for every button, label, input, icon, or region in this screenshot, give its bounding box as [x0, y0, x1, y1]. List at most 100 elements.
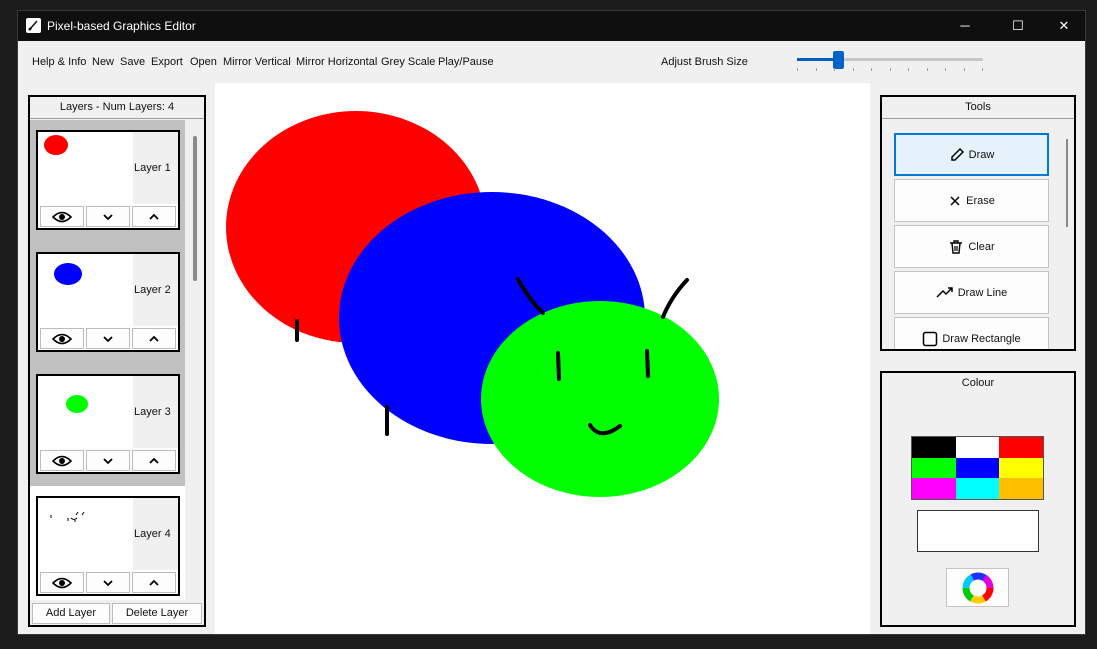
layer-card[interactable]: Layer 3: [36, 374, 180, 474]
menu-mirror-vertical[interactable]: Mirror Vertical: [223, 56, 291, 68]
close-button[interactable]: ✕: [1041, 11, 1085, 41]
tool-label: Draw Rectangle: [942, 332, 1021, 345]
layer-move-up-button[interactable]: [132, 450, 176, 471]
layers-header: Layers - Num Layers: 4: [59, 101, 175, 113]
layer-thumbnail: [38, 254, 133, 326]
draw-tool-button[interactable]: Draw: [894, 133, 1049, 176]
window-title: Pixel-based Graphics Editor: [47, 19, 196, 33]
tools-scrollbar-thumb[interactable]: [1066, 139, 1068, 227]
layer-item-2[interactable]: Layer 2: [30, 242, 185, 364]
thumb-blue-circle: [54, 263, 82, 285]
swatch-green[interactable]: [912, 457, 956, 479]
swatch-blue[interactable]: [955, 457, 1000, 479]
layer-visibility-button[interactable]: [40, 206, 84, 227]
layer-item-4[interactable]: Layer 4: [30, 486, 185, 600]
layer-card[interactable]: Layer 4: [36, 496, 180, 596]
layer-visibility-button[interactable]: [40, 450, 84, 471]
brush-size-ticks: [797, 68, 983, 72]
ink-eye-right: [645, 349, 650, 378]
layer-move-up-button[interactable]: [132, 206, 176, 227]
chevron-down-icon: [103, 458, 113, 465]
layer-item-1[interactable]: Layer 1: [30, 120, 185, 242]
brush-size-fill: [797, 58, 838, 61]
draw-line-tool-button[interactable]: Draw Line: [894, 271, 1049, 314]
layer-move-down-button[interactable]: [86, 206, 130, 227]
chevron-up-icon: [149, 457, 159, 464]
menu-save[interactable]: Save: [120, 56, 145, 68]
slider-tick: [926, 68, 928, 71]
layers-scrollbar-thumb[interactable]: [193, 136, 197, 281]
maximize-button[interactable]: ☐: [995, 11, 1041, 41]
swatch-yellow[interactable]: [999, 457, 1043, 479]
green-circle-shape: [481, 301, 719, 497]
trash-icon: [950, 239, 963, 254]
layer-move-up-button[interactable]: [132, 572, 176, 593]
menu-grey-scale[interactable]: Grey Scale: [381, 56, 435, 68]
menu-help-info[interactable]: Help & Info: [32, 56, 86, 68]
tool-label: Draw Line: [957, 286, 1008, 299]
tools-scrollbar[interactable]: [1060, 120, 1074, 349]
slider-tick: [815, 68, 817, 71]
colour-wheel-icon: [962, 572, 993, 603]
menu-new[interactable]: New: [92, 56, 114, 68]
layer-card[interactable]: Layer 2: [36, 252, 180, 352]
tool-label: Clear: [968, 240, 995, 253]
chevron-down-icon: [103, 336, 113, 343]
chevron-up-icon: [149, 213, 159, 220]
chevron-down-icon: [103, 214, 113, 221]
tools-list: Draw Erase Clear Draw Line Draw Rectangl…: [882, 120, 1058, 349]
layer-visibility-button[interactable]: [40, 328, 84, 349]
menu-play-pause[interactable]: Play/Pause: [438, 56, 494, 68]
delete-layer-button[interactable]: Delete Layer: [112, 603, 202, 624]
menu-open[interactable]: Open: [190, 56, 217, 68]
slider-tick: [982, 68, 983, 71]
slider-tick: [889, 68, 891, 71]
tools-divider: [882, 118, 1074, 119]
layer-card[interactable]: Layer 1: [36, 130, 180, 230]
layer-label: Layer 2: [134, 284, 171, 296]
eye-icon: [51, 455, 73, 467]
brush-size-handle[interactable]: [832, 51, 844, 69]
slider-tick: [963, 68, 965, 71]
swatch-red[interactable]: [999, 437, 1043, 458]
layers-panel: Layers - Num Layers: 4 Layer 1 Layer 2 L…: [28, 95, 206, 627]
swatch-magenta[interactable]: [912, 478, 956, 499]
layer-move-up-button[interactable]: [132, 328, 176, 349]
swatch-white[interactable]: [955, 437, 1000, 458]
draw-rectangle-tool-button[interactable]: Draw Rectangle: [894, 317, 1049, 349]
menu-mirror-horizontal[interactable]: Mirror Horizontal: [296, 56, 377, 68]
layers-list: Layer 1 Layer 2 Layer 3 Layer 4: [30, 120, 185, 600]
tools-header: Tools: [965, 101, 991, 113]
colour-picker-button[interactable]: [946, 568, 1009, 607]
menu-export[interactable]: Export: [151, 56, 183, 68]
layer-thumbnail: [38, 132, 133, 204]
swatch-orange[interactable]: [999, 478, 1043, 499]
thumb-green-circle: [66, 395, 88, 413]
clear-tool-button[interactable]: Clear: [894, 225, 1049, 268]
chevron-up-icon: [149, 335, 159, 342]
minimize-button[interactable]: ─: [942, 11, 988, 41]
brush-size-slider[interactable]: [797, 51, 983, 69]
brush-app-icon: [26, 18, 41, 33]
layers-scrollbar[interactable]: [187, 120, 204, 600]
title-bar: Pixel-based Graphics Editor ─ ☐ ✕: [18, 11, 1085, 41]
layer-thumbnail: [38, 376, 133, 448]
layers-divider: [30, 118, 204, 119]
layer-item-3[interactable]: Layer 3: [30, 364, 185, 486]
drawing-canvas[interactable]: [215, 83, 870, 634]
thumb-red-circle: [44, 135, 68, 155]
layers-footer: Add Layer Delete Layer: [30, 600, 204, 625]
app-window: Pixel-based Graphics Editor ─ ☐ ✕ Help &…: [17, 10, 1086, 635]
layer-move-down-button[interactable]: [86, 328, 130, 349]
ink-eye-left: [556, 351, 561, 381]
add-layer-button[interactable]: Add Layer: [32, 603, 110, 624]
layer-visibility-button[interactable]: [40, 572, 84, 593]
swatch-black[interactable]: [912, 437, 956, 458]
erase-tool-button[interactable]: Erase: [894, 179, 1049, 222]
layer-move-down-button[interactable]: [86, 450, 130, 471]
tool-label: Erase: [966, 194, 995, 207]
swatch-cyan[interactable]: [955, 478, 1000, 499]
chevron-down-icon: [103, 580, 113, 587]
thumb-face-strokes: [50, 511, 85, 522]
layer-move-down-button[interactable]: [86, 572, 130, 593]
